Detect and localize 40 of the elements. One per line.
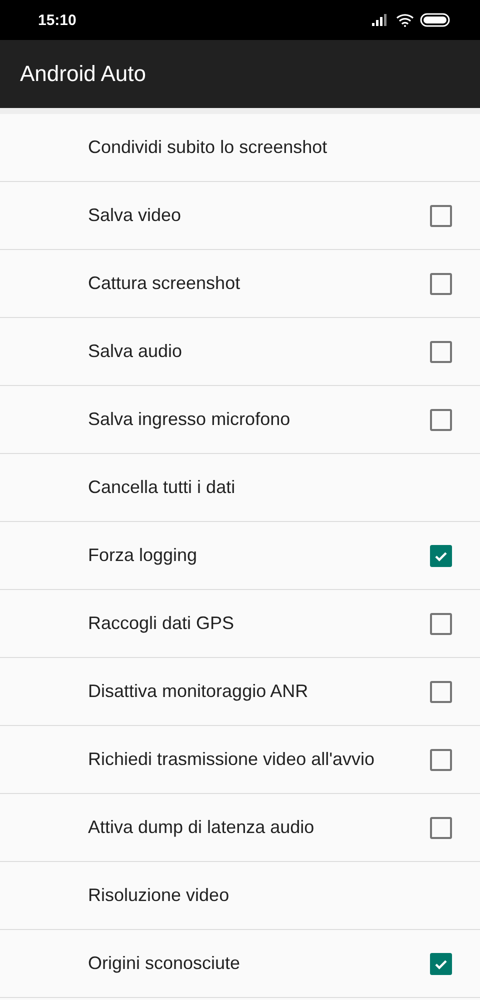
settings-row[interactable]: Cattura screenshot: [0, 250, 480, 318]
status-time: 15:10: [38, 12, 76, 28]
wifi-icon: [396, 13, 414, 27]
setting-label: Salva audio: [88, 341, 182, 362]
checkbox[interactable]: [430, 544, 452, 566]
settings-row[interactable]: Origini sconosciute: [0, 930, 480, 998]
setting-label: Forza logging: [88, 545, 198, 566]
setting-label: Attiva dump di latenza audio: [88, 817, 314, 838]
settings-row[interactable]: Salva audio: [0, 318, 480, 386]
checkbox[interactable]: [430, 340, 452, 362]
checkbox[interactable]: [430, 816, 452, 838]
settings-row[interactable]: Salva video: [0, 182, 480, 250]
setting-label: Salva video: [88, 205, 182, 226]
battery-icon: [420, 13, 450, 27]
setting-label: Salva ingresso microfono: [88, 409, 290, 430]
checkbox[interactable]: [430, 612, 452, 634]
checkbox[interactable]: [430, 952, 452, 974]
setting-label: Cancella tutti i dati: [88, 477, 236, 498]
settings-row[interactable]: Attiva dump di latenza audio: [0, 794, 480, 862]
settings-row[interactable]: Condividi subito lo screenshot: [0, 114, 480, 182]
settings-row[interactable]: Forza logging: [0, 522, 480, 590]
checkbox[interactable]: [430, 204, 452, 226]
setting-label: Richiedi trasmissione video all'avvio: [88, 749, 375, 770]
settings-row[interactable]: Cancella tutti i dati: [0, 454, 480, 522]
checkbox[interactable]: [430, 680, 452, 702]
setting-label: Cattura screenshot: [88, 273, 240, 294]
setting-label: Origini sconosciute: [88, 953, 240, 974]
app-title: Android Auto: [20, 61, 146, 87]
setting-label: Risoluzione video: [88, 885, 230, 906]
settings-row[interactable]: Risoluzione video: [0, 862, 480, 930]
setting-label: Condividi subito lo screenshot: [88, 137, 328, 158]
setting-label: Disattiva monitoraggio ANR: [88, 681, 308, 702]
settings-row[interactable]: Disattiva monitoraggio ANR: [0, 658, 480, 726]
checkbox[interactable]: [430, 272, 452, 294]
settings-row[interactable]: Raccogli dati GPS: [0, 590, 480, 658]
checkbox[interactable]: [430, 408, 452, 430]
checkbox[interactable]: [430, 748, 452, 770]
settings-row[interactable]: Richiedi trasmissione video all'avvio: [0, 726, 480, 794]
settings-row[interactable]: Salva ingresso microfono: [0, 386, 480, 454]
setting-label: Raccogli dati GPS: [88, 613, 234, 634]
